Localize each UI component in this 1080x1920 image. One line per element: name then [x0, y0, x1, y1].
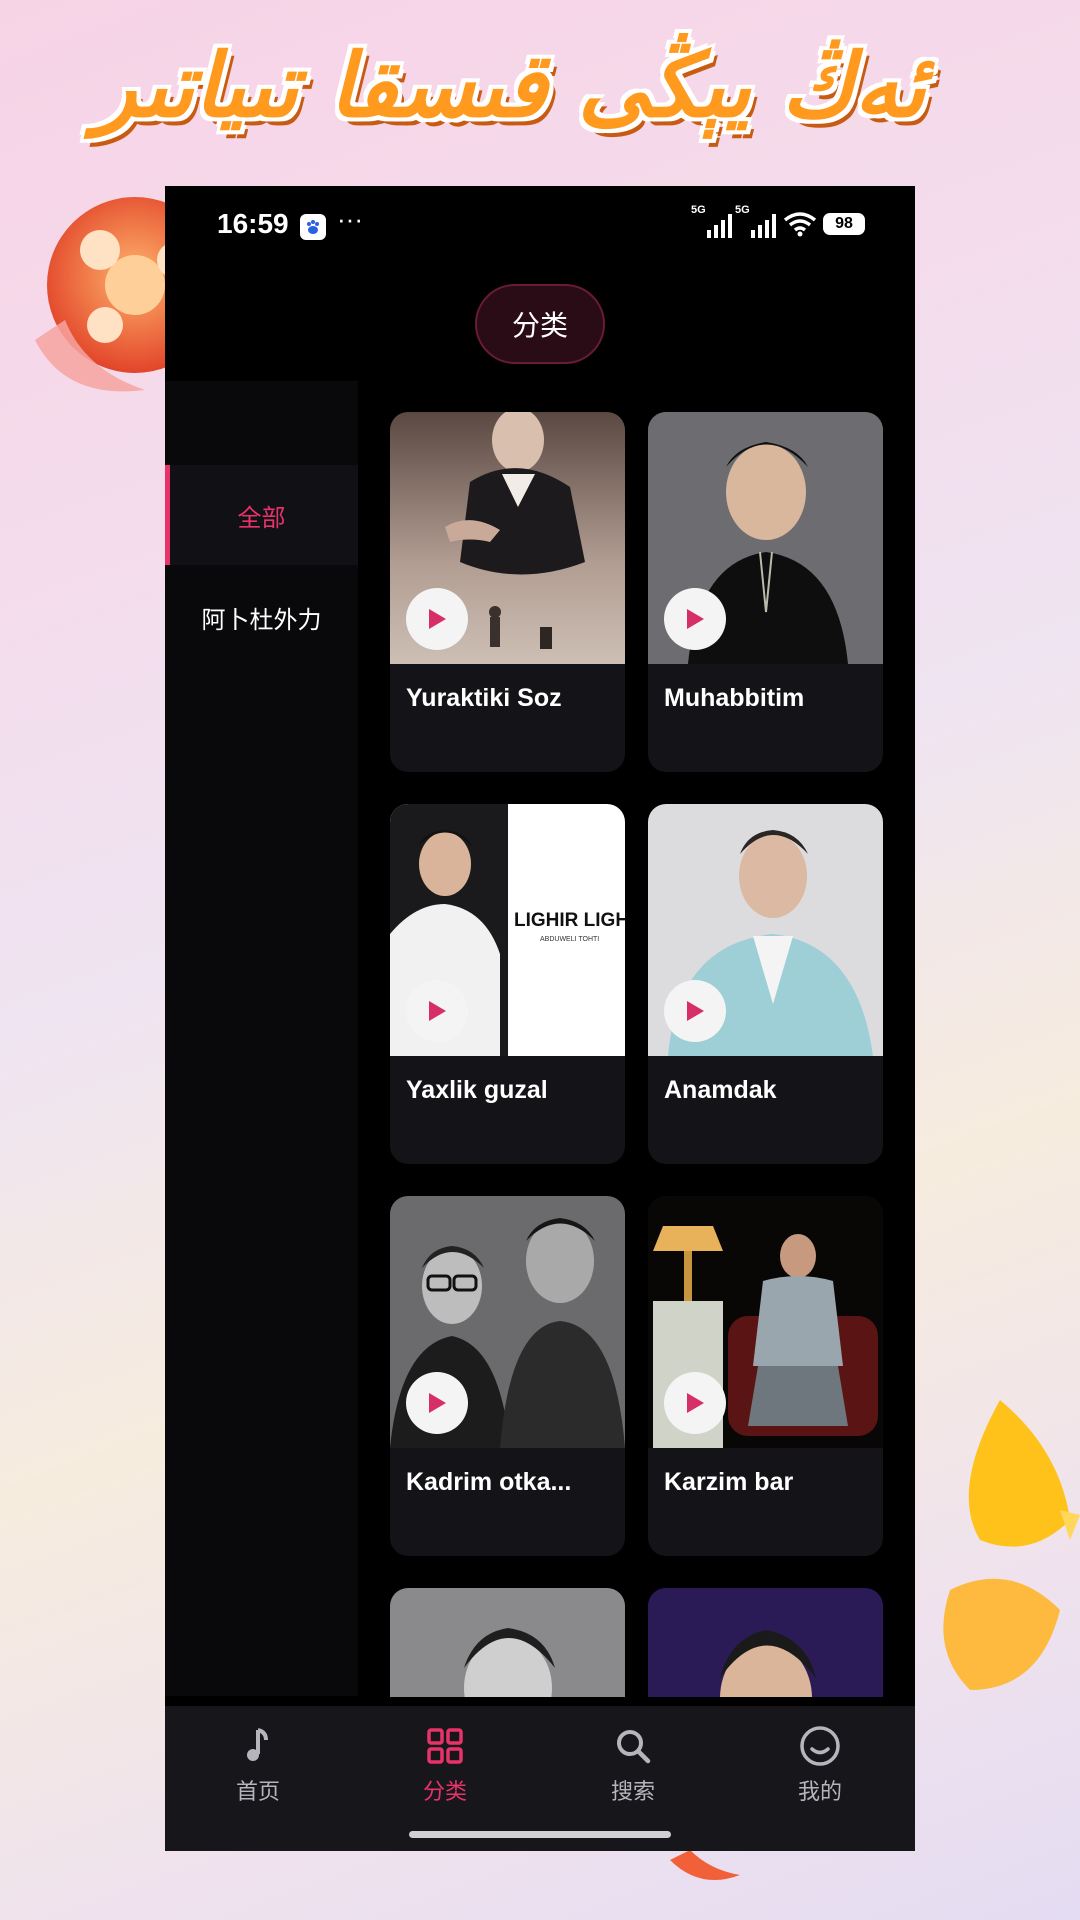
drama-title: Anamdak: [664, 1076, 777, 1104]
drama-card[interactable]: [390, 1588, 625, 1697]
tab-label: 我的: [797, 1780, 842, 1805]
tab-label: 搜索: [610, 1780, 655, 1805]
phone-screen: 16:59 ··· 5G 5G 98 分类 全部 阿卜杜外力 Yuraktiki…: [165, 186, 915, 1851]
battery-indicator: 98: [823, 213, 865, 235]
baidu-app-icon: [300, 214, 326, 240]
bottom-tab-bar: 首页 分类 搜索 我的: [165, 1706, 915, 1851]
tab-category[interactable]: 分类: [370, 1724, 520, 1814]
status-time: 16:59: [217, 208, 289, 239]
drama-title: Kadrim otka...: [406, 1468, 572, 1496]
signal-5g-icon: 5G: [691, 204, 733, 238]
play-button[interactable]: [406, 1372, 468, 1434]
category-title-pill[interactable]: 分类: [475, 284, 605, 364]
play-icon: [687, 1393, 704, 1413]
play-button[interactable]: [406, 980, 468, 1042]
drama-card[interactable]: Karzim bar: [648, 1196, 883, 1556]
poster-subtitle-text: ABDUWELI TOHTI: [540, 936, 599, 943]
play-icon: [687, 609, 704, 629]
star-decoration: [943, 1400, 1080, 1690]
drama-card[interactable]: Muhabbitim: [648, 412, 883, 772]
ribbon-decoration: [670, 1850, 740, 1880]
tab-profile[interactable]: 我的: [745, 1724, 895, 1814]
signal-5g-icon-2: 5G: [735, 204, 777, 238]
drama-title: Muhabbitim: [664, 684, 805, 712]
poster-title-text: LIGHIR LIGHIR: [514, 910, 625, 931]
sidebar-item-abduweli[interactable]: 阿卜杜外力: [165, 567, 358, 667]
drama-card[interactable]: Yuraktiki Soz: [390, 412, 625, 772]
drama-card[interactable]: Kadrim otka...: [390, 1196, 625, 1556]
drama-poster: [648, 1588, 883, 1697]
drama-title: Yaxlik guzal: [406, 1076, 548, 1104]
drama-card[interactable]: Anamdak: [648, 804, 883, 1164]
smile-icon: [800, 1726, 840, 1766]
play-button[interactable]: [664, 980, 726, 1042]
status-bar: 16:59 ··· 5G 5G 98: [165, 186, 915, 276]
play-button[interactable]: [406, 588, 468, 650]
drama-card[interactable]: [648, 1588, 883, 1697]
play-icon: [429, 1393, 446, 1413]
sidebar-item-all[interactable]: 全部: [165, 465, 358, 565]
play-icon: [429, 609, 446, 629]
tab-label: 首页: [235, 1780, 280, 1805]
more-notifications-icon: ···: [337, 204, 363, 234]
home-indicator[interactable]: [409, 1831, 671, 1838]
tab-search[interactable]: 搜索: [558, 1724, 708, 1814]
category-sidebar: 全部 阿卜杜外力: [165, 381, 358, 1696]
drama-poster: [390, 1588, 625, 1697]
tab-label: 分类: [422, 1780, 467, 1805]
wifi-icon: [783, 212, 817, 237]
promo-banner-title: ئەڭ يېڭى قىسقا تىياتىر: [94, 33, 926, 137]
drama-title: Yuraktiki Soz: [406, 684, 562, 712]
drama-grid: Yuraktiki Soz Muhabbitim LIGHIR LIGH ABD…: [390, 412, 890, 1697]
music-note-icon: [247, 1728, 268, 1761]
play-button[interactable]: [664, 1372, 726, 1434]
tab-home[interactable]: 首页: [183, 1724, 333, 1814]
search-icon: [617, 1730, 651, 1764]
drama-card[interactable]: LIGHIR LIGHIR ABDUWELI TOHTI Yaxlik guza…: [390, 804, 625, 1164]
grid-icon: [427, 1728, 463, 1764]
play-icon: [429, 1001, 446, 1021]
drama-title: Karzim bar: [664, 1468, 794, 1496]
play-button[interactable]: [664, 588, 726, 650]
play-icon: [687, 1001, 704, 1021]
